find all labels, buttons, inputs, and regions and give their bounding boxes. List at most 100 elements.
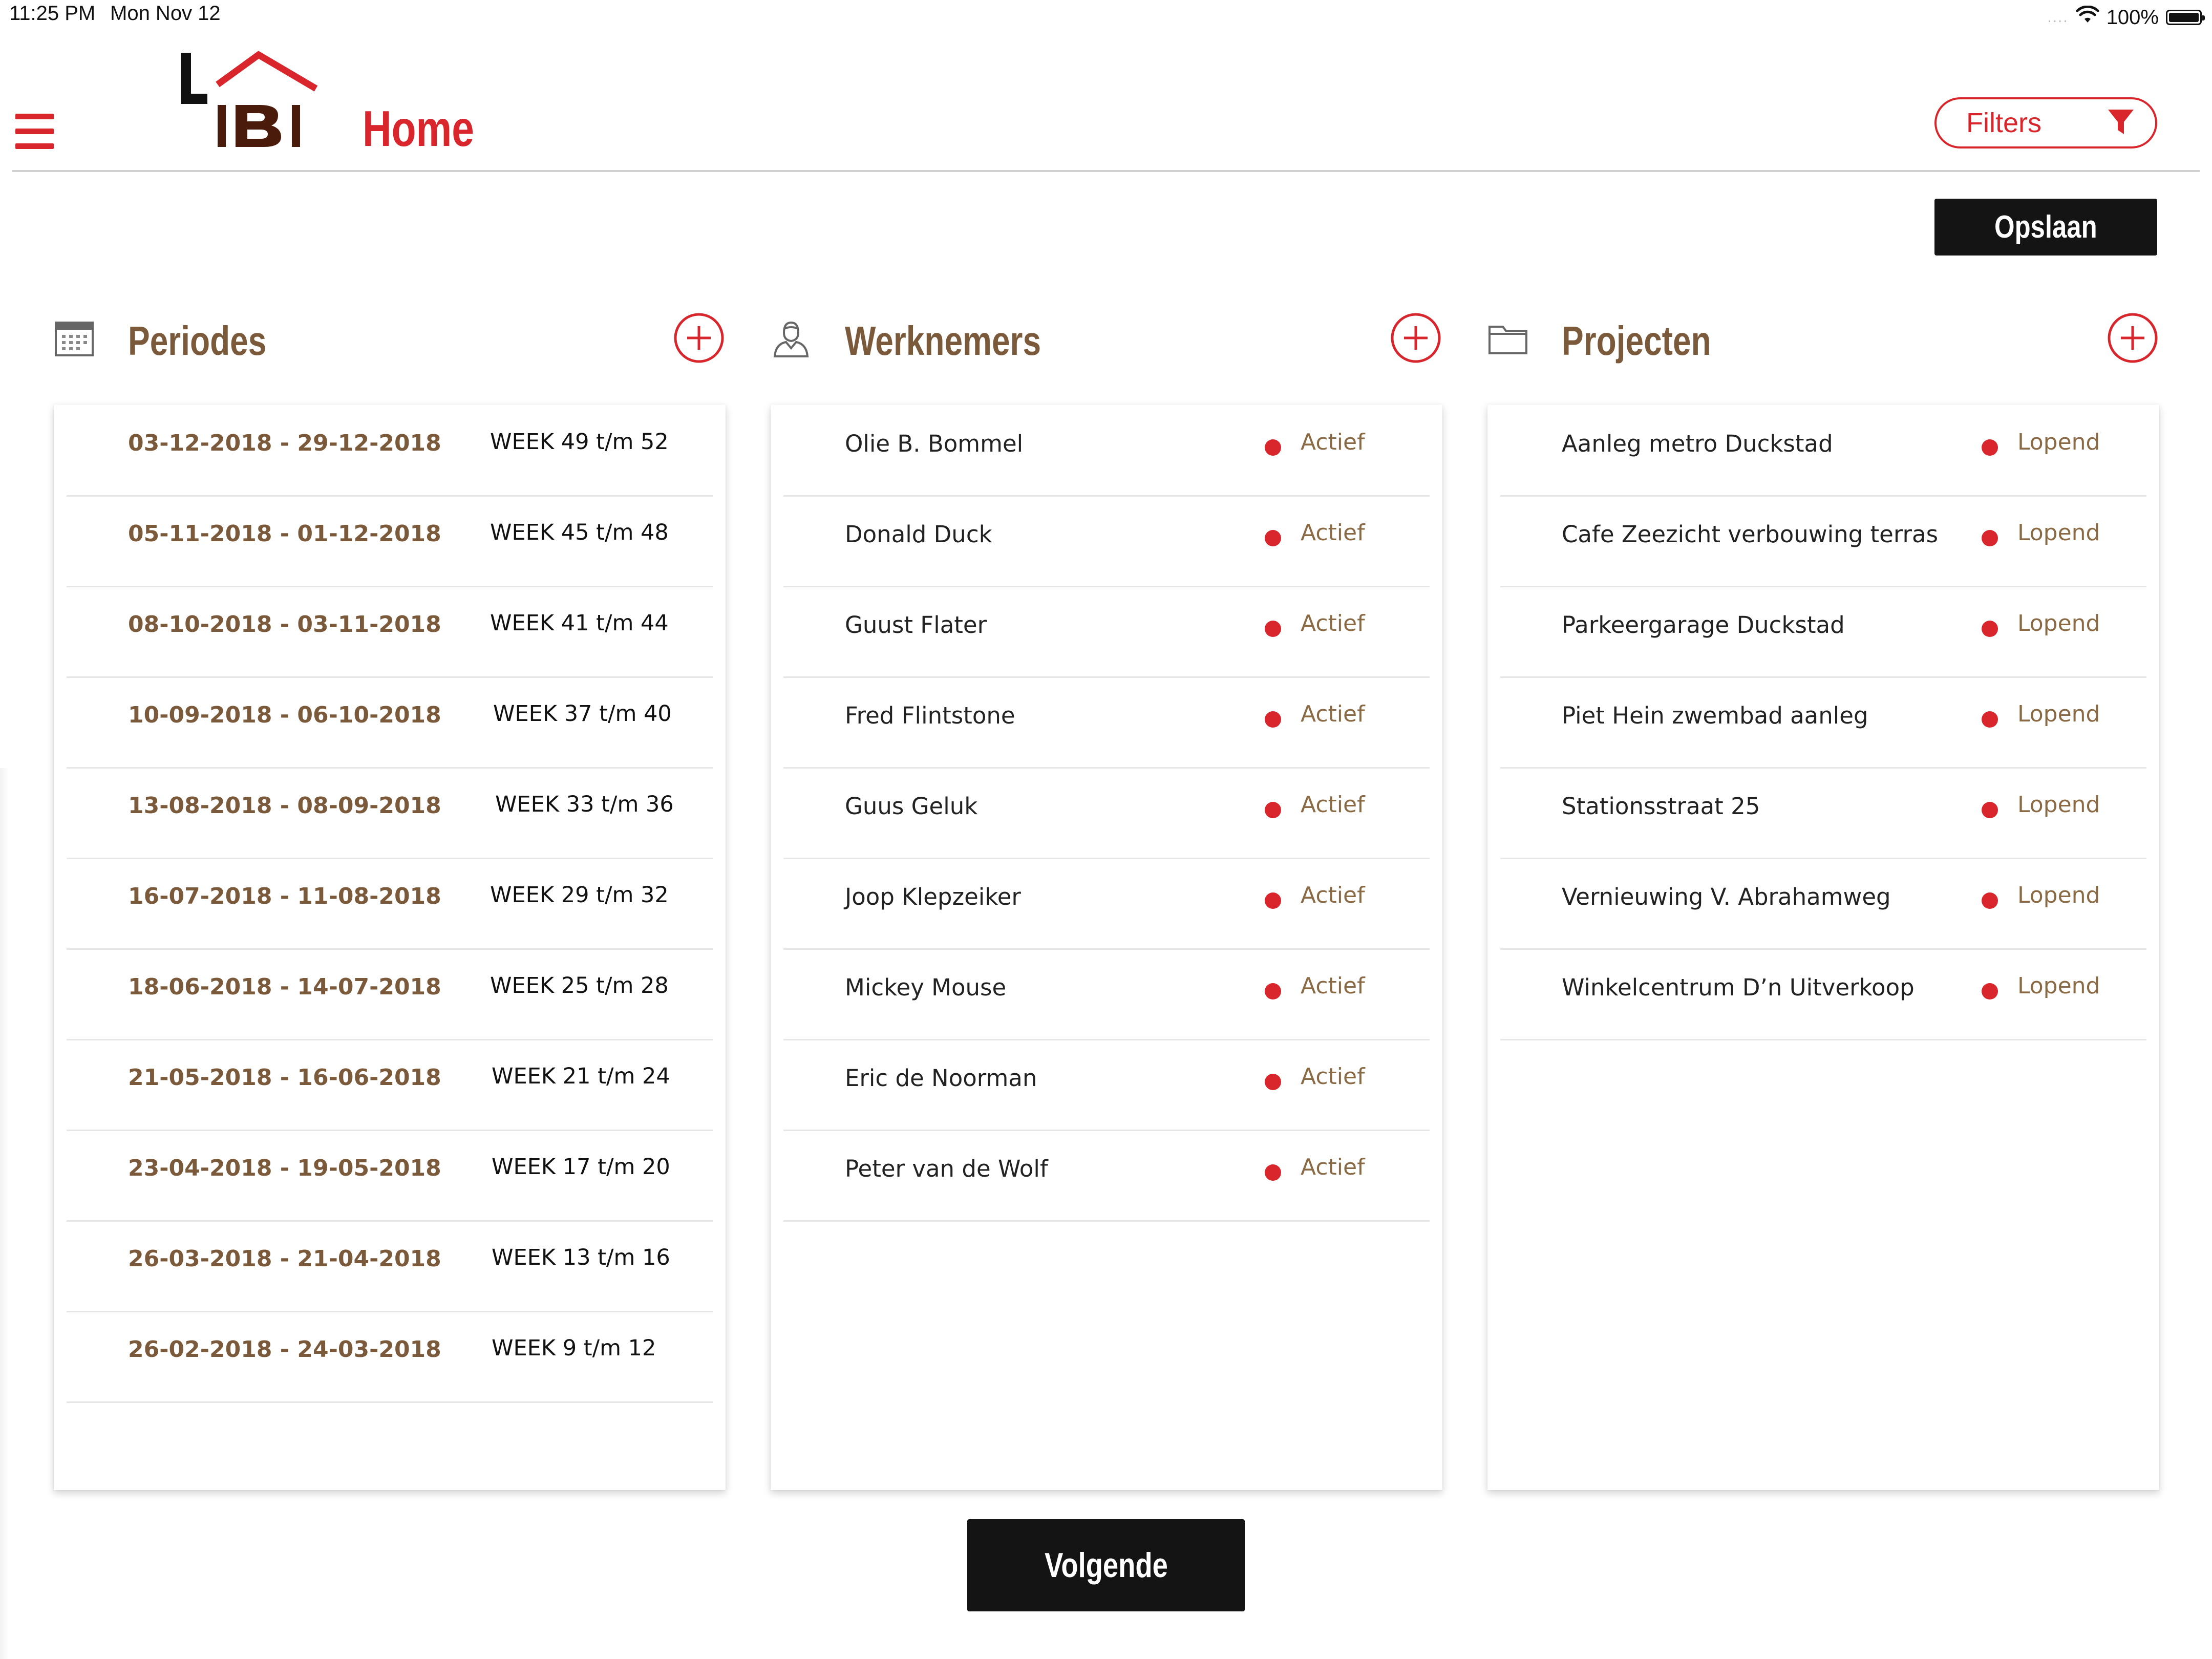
status-indicators: .... 100% — [2047, 2, 2205, 33]
werknemer-name: Guus Geluk — [845, 793, 978, 820]
status-dot — [1265, 892, 1281, 909]
periode-row[interactable]: 03-12-2018 - 29-12-2018 WEEK 49 t/m 52 — [67, 405, 713, 497]
status-dot — [1265, 711, 1281, 728]
periode-row[interactable]: 08-10-2018 - 03-11-2018 WEEK 41 t/m 44 — [67, 586, 713, 678]
periode-weeks: WEEK 41 t/m 44 — [490, 610, 669, 636]
page-title: Home — [363, 100, 474, 157]
periode-row[interactable]: 05-11-2018 - 01-12-2018 WEEK 45 t/m 48 — [67, 495, 713, 587]
status-dot — [1982, 892, 1998, 909]
add-project-button[interactable] — [2107, 312, 2158, 364]
menu-icon[interactable] — [15, 114, 54, 150]
periode-row[interactable]: 26-03-2018 - 21-04-2018 WEEK 13 t/m 16 — [67, 1220, 713, 1312]
project-name: Cafe Zeezicht verbouwing terras — [1562, 521, 1939, 548]
project-row[interactable]: Parkeergarage Duckstad Lopend — [1500, 586, 2146, 678]
project-row[interactable]: Cafe Zeezicht verbouwing terras Lopend — [1500, 495, 2146, 587]
projecten-title: Projecten — [1562, 318, 1711, 364]
periode-row[interactable]: 21-05-2018 - 16-06-2018 WEEK 21 t/m 24 — [67, 1039, 713, 1131]
periode-row[interactable]: 23-04-2018 - 19-05-2018 WEEK 17 t/m 20 — [67, 1130, 713, 1222]
periode-range: 10-09-2018 - 06-10-2018 — [128, 702, 441, 728]
werknemer-status: Actief — [1301, 701, 1365, 727]
company-logo — [177, 49, 320, 151]
project-name: Vernieuwing V. Abrahamweg — [1562, 883, 1891, 910]
periode-weeks: WEEK 45 t/m 48 — [490, 520, 669, 545]
werknemer-row[interactable]: Fred Flintstone Actief — [783, 676, 1430, 769]
status-dot — [1265, 1074, 1281, 1090]
periode-weeks: WEEK 37 t/m 40 — [493, 701, 672, 727]
signal-icon: .... — [2047, 9, 2069, 26]
project-status: Lopend — [2017, 429, 2100, 455]
periode-weeks: WEEK 17 t/m 20 — [492, 1154, 670, 1180]
periode-row[interactable]: 13-08-2018 - 08-09-2018 WEEK 33 t/m 36 — [67, 767, 713, 859]
werknemer-row[interactable]: Olie B. Bommel Actief — [783, 405, 1430, 497]
werknemer-status: Actief — [1301, 792, 1365, 818]
periode-range: 05-11-2018 - 01-12-2018 — [128, 521, 441, 547]
werknemer-row[interactable]: Guus Geluk Actief — [783, 767, 1430, 859]
project-row[interactable]: Vernieuwing V. Abrahamweg Lopend — [1500, 858, 2146, 950]
werknemer-status: Actief — [1301, 610, 1365, 636]
add-werknemer-button[interactable] — [1390, 312, 1441, 364]
werknemer-name: Joop Klepzeiker — [845, 883, 1021, 910]
project-status: Lopend — [2017, 792, 2100, 818]
status-dot — [1265, 802, 1281, 818]
status-dot — [1265, 1164, 1281, 1181]
filter-icon — [2107, 108, 2135, 138]
status-dot — [1265, 530, 1281, 546]
periode-range: 21-05-2018 - 16-06-2018 — [128, 1065, 441, 1091]
werknemer-status: Actief — [1301, 1154, 1365, 1180]
status-date: Mon Nov 12 — [110, 2, 221, 25]
project-row[interactable]: Winkelcentrum D’n Uitverkoop Lopend — [1500, 948, 2146, 1040]
status-dot — [1265, 983, 1281, 999]
projecten-header: Projecten — [1487, 307, 2159, 374]
status-dot — [1265, 621, 1281, 637]
periode-weeks: WEEK 9 t/m 12 — [492, 1335, 656, 1361]
werknemer-row[interactable]: Joop Klepzeiker Actief — [783, 858, 1430, 950]
project-row[interactable]: Stationsstraat 25 Lopend — [1500, 767, 2146, 859]
werknemer-status: Actief — [1301, 429, 1365, 455]
werknemer-row[interactable]: Guust Flater Actief — [783, 586, 1430, 678]
periode-range: 16-07-2018 - 11-08-2018 — [128, 883, 441, 909]
werknemer-status: Actief — [1301, 973, 1365, 999]
werknemer-row[interactable]: Eric de Noorman Actief — [783, 1039, 1430, 1131]
periode-row[interactable]: 18-06-2018 - 14-07-2018 WEEK 25 t/m 28 — [67, 948, 713, 1040]
periode-row[interactable]: 16-07-2018 - 11-08-2018 WEEK 29 t/m 32 — [67, 858, 713, 950]
battery-percentage: 100% — [2106, 6, 2159, 29]
project-status: Lopend — [2017, 973, 2100, 999]
werknemer-name: Donald Duck — [845, 521, 992, 548]
save-button[interactable]: Opslaan — [1934, 199, 2157, 256]
periode-range: 03-12-2018 - 29-12-2018 — [128, 430, 441, 456]
plus-circle-icon — [2108, 313, 2158, 363]
periode-range: 26-03-2018 - 21-04-2018 — [128, 1246, 441, 1272]
status-dot — [1982, 621, 1998, 637]
werknemer-name: Olie B. Bommel — [845, 430, 1024, 457]
save-button-label: Opslaan — [1994, 209, 2097, 245]
werknemer-name: Peter van de Wolf — [845, 1155, 1048, 1182]
werknemer-row[interactable]: Mickey Mouse Actief — [783, 948, 1430, 1040]
werknemers-title: Werknemers — [845, 318, 1041, 364]
status-dot — [1982, 983, 1998, 999]
periode-weeks: WEEK 21 t/m 24 — [492, 1064, 670, 1089]
plus-circle-icon — [1391, 313, 1441, 363]
calendar-icon — [54, 317, 95, 358]
werknemer-name: Mickey Mouse — [845, 974, 1007, 1001]
person-icon — [771, 317, 812, 358]
plus-circle-icon — [674, 313, 724, 363]
add-periode-button[interactable] — [673, 312, 725, 364]
projecten-list: Aanleg metro Duckstad Lopend Cafe Zeezich… — [1487, 405, 2159, 1490]
werknemer-status: Actief — [1301, 1064, 1365, 1090]
periode-row[interactable]: 10-09-2018 - 06-10-2018 WEEK 37 t/m 40 — [67, 676, 713, 769]
project-row[interactable]: Aanleg metro Duckstad Lopend — [1500, 405, 2146, 497]
werknemer-name: Guust Flater — [845, 611, 987, 639]
project-row[interactable]: Piet Hein zwembad aanleg Lopend — [1500, 676, 2146, 769]
next-button[interactable]: Volgende — [967, 1519, 1245, 1611]
periode-range: 23-04-2018 - 19-05-2018 — [128, 1155, 441, 1181]
filters-label: Filters — [1966, 108, 2041, 138]
werknemer-row[interactable]: Donald Duck Actief — [783, 495, 1430, 587]
header-divider — [12, 170, 2200, 172]
werknemer-row[interactable]: Peter van de Wolf Actief — [783, 1130, 1430, 1222]
werknemer-name: Eric de Noorman — [845, 1065, 1037, 1092]
periode-row[interactable]: 26-02-2018 - 24-03-2018 WEEK 9 t/m 12 — [67, 1311, 713, 1403]
werknemers-list: Olie B. Bommel Actief Donald Duck Actief G… — [771, 405, 1442, 1490]
project-name: Aanleg metro Duckstad — [1562, 430, 1833, 457]
filters-button[interactable]: Filters — [1934, 97, 2157, 148]
battery-icon — [2166, 10, 2205, 25]
